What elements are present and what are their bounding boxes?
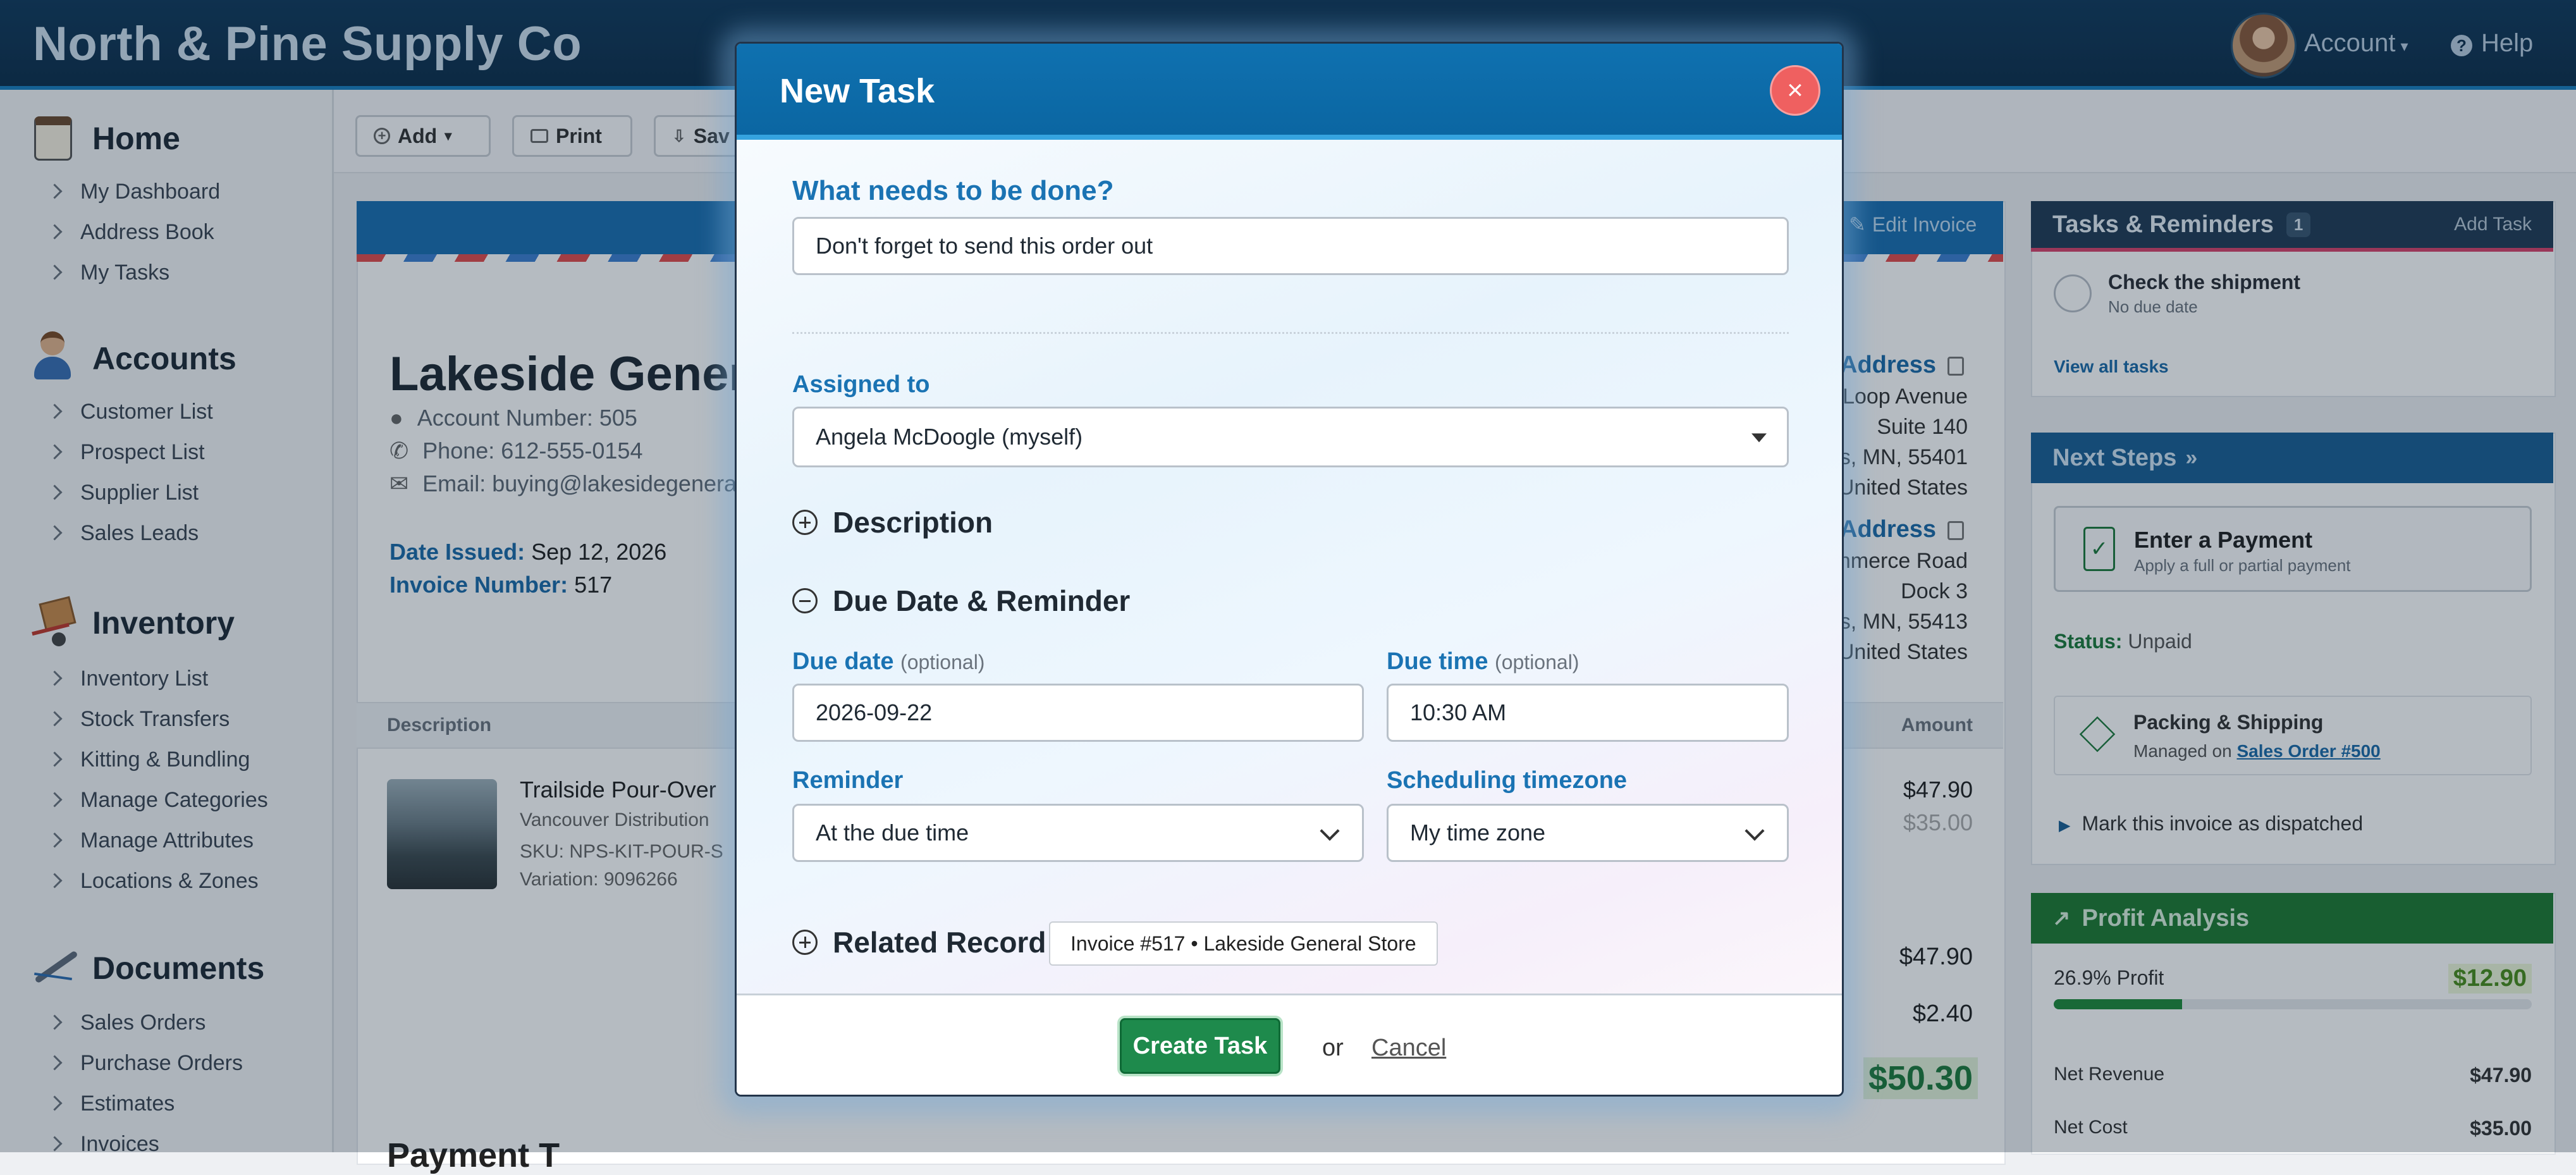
plus-circle-icon [792, 930, 818, 955]
due-toggle-label: Due Date & Reminder [833, 584, 1131, 617]
due-time-label-text: Due time [1387, 648, 1488, 675]
due-date-input[interactable]: 2026-09-22 [792, 684, 1364, 742]
what-label: What needs to be done? [792, 175, 1114, 206]
related-record-toggle[interactable]: Related Record [792, 925, 1046, 959]
timezone-label: Scheduling timezone [1387, 767, 1628, 794]
due-time-input[interactable]: 10:30 AM [1387, 684, 1789, 742]
minus-circle-icon [792, 588, 818, 613]
assigned-select[interactable]: Angela McDoogle (myself) [792, 407, 1789, 467]
due-date-label-text: Due date [792, 648, 894, 675]
due-time-label: Due time (optional) [1387, 648, 1579, 675]
close-icon: × [1787, 75, 1803, 106]
chevron-down-icon [1745, 820, 1765, 841]
dotted-divider [792, 332, 1789, 334]
new-task-modal: New Task × What needs to be done? Don't … [735, 42, 1844, 1097]
related-record-label: Related Record [833, 926, 1046, 959]
assigned-value: Angela McDoogle (myself) [816, 424, 1083, 450]
caret-down-icon [1751, 433, 1767, 443]
or-text: or [1322, 1035, 1344, 1061]
chevron-down-icon [1320, 820, 1340, 841]
modal-title: New Task [780, 72, 935, 110]
task-title-input[interactable]: Don't forget to send this order out [792, 217, 1789, 275]
reminder-label: Reminder [792, 767, 904, 794]
cancel-link[interactable]: Cancel [1371, 1035, 1446, 1062]
due-date-label: Due date (optional) [792, 648, 984, 675]
reminder-select[interactable]: At the due time [792, 804, 1364, 862]
modal-footer: Create Task or Cancel [737, 994, 1842, 1095]
optional-hint: (optional) [1495, 651, 1579, 674]
assigned-label: Assigned to [792, 371, 930, 398]
description-toggle[interactable]: Description [792, 505, 993, 539]
reminder-value: At the due time [816, 820, 969, 846]
related-record-chip[interactable]: Invoice #517 • Lakeside General Store [1049, 921, 1438, 966]
create-task-button[interactable]: Create Task [1120, 1018, 1280, 1074]
timezone-value: My time zone [1410, 820, 1546, 846]
plus-circle-icon [792, 510, 818, 535]
optional-hint: (optional) [900, 651, 985, 674]
close-button[interactable]: × [1770, 65, 1820, 116]
description-toggle-label: Description [833, 506, 993, 539]
timezone-select[interactable]: My time zone [1387, 804, 1789, 862]
due-date-toggle[interactable]: Due Date & Reminder [792, 584, 1130, 618]
